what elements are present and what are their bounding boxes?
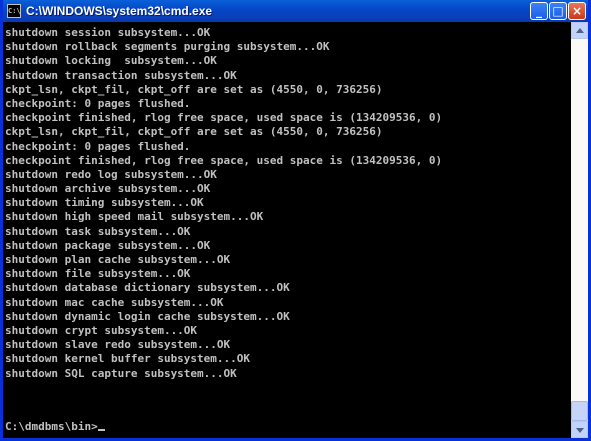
cmd-app-icon[interactable]: C:\ (7, 4, 21, 18)
console-line: shutdown timing subsystem...OK (5, 196, 204, 210)
console-line: shutdown task subsystem...OK (5, 224, 191, 238)
console-line: shutdown session subsystem...OK (5, 26, 211, 39)
prompt-text: C:\dmdbms\bin> (5, 420, 98, 433)
console-line: checkpoint finished, rlog free space, us… (5, 153, 443, 167)
cmd-window: C:\ C:\WINDOWS\system32\cmd.exe _ □ × sh… (0, 0, 591, 441)
console-line: shutdown crypt subsystem...OK (5, 323, 198, 337)
console-line: shutdown mac cache subsystem...OK (5, 295, 224, 309)
console-line: shutdown dynamic login cache subsystem..… (5, 309, 290, 323)
console-line: shutdown slave redo subsystem...OK (5, 338, 231, 352)
scrollbar-thumb[interactable] (571, 401, 588, 421)
console-line: ckpt_lsn, ckpt_fil, ckpt_off are set as … (5, 125, 383, 139)
close-button[interactable]: × (568, 2, 586, 20)
text-cursor (97, 429, 105, 431)
console-area[interactable]: shutdown session subsystem...OK shutdown … (3, 22, 571, 438)
console-line: shutdown kernel buffer subsystem...OK (5, 352, 251, 366)
console-output: shutdown session subsystem...OK shutdown … (5, 26, 442, 381)
console-line: shutdown rollback segments purging subsy… (5, 40, 330, 54)
console-line: shutdown archive subsystem...OK (5, 182, 211, 196)
console-line: shutdown package subsystem...OK (5, 238, 211, 252)
scroll-up-arrow-icon[interactable] (571, 22, 588, 39)
console-line: shutdown database dictionary subsystem..… (5, 281, 290, 295)
scrollbar-track[interactable] (571, 39, 588, 421)
console-line: shutdown plan cache subsystem...OK (5, 253, 231, 266)
console-line: shutdown locking subsystem...OK (5, 54, 217, 68)
vertical-scrollbar[interactable] (571, 22, 588, 438)
console-line: shutdown transaction subsystem...OK (5, 68, 237, 82)
console-line: ckpt_lsn, ckpt_fil, ckpt_off are set as … (5, 82, 383, 96)
console-line: shutdown redo log subsystem...OK (5, 167, 217, 181)
console-line: checkpoint: 0 pages flushed. (5, 96, 191, 110)
window-title: C:\WINDOWS\system32\cmd.exe (26, 4, 213, 18)
command-prompt-line[interactable]: C:\dmdbms\bin> (5, 420, 105, 434)
console-line: checkpoint: 0 pages flushed. (5, 139, 191, 153)
console-line: checkpoint finished, rlog free space, us… (5, 111, 443, 125)
console-line: shutdown high speed mail subsystem...OK (5, 210, 264, 224)
console-line: shutdown SQL capture subsystem...OK (5, 366, 237, 380)
console-line: shutdown file subsystem...OK (5, 267, 191, 281)
scroll-down-arrow-icon[interactable] (571, 421, 588, 438)
maximize-button[interactable]: □ (549, 2, 567, 20)
title-bar[interactable]: C:\ C:\WINDOWS\system32\cmd.exe _ □ × (3, 0, 588, 22)
minimize-button[interactable]: _ (530, 2, 548, 20)
